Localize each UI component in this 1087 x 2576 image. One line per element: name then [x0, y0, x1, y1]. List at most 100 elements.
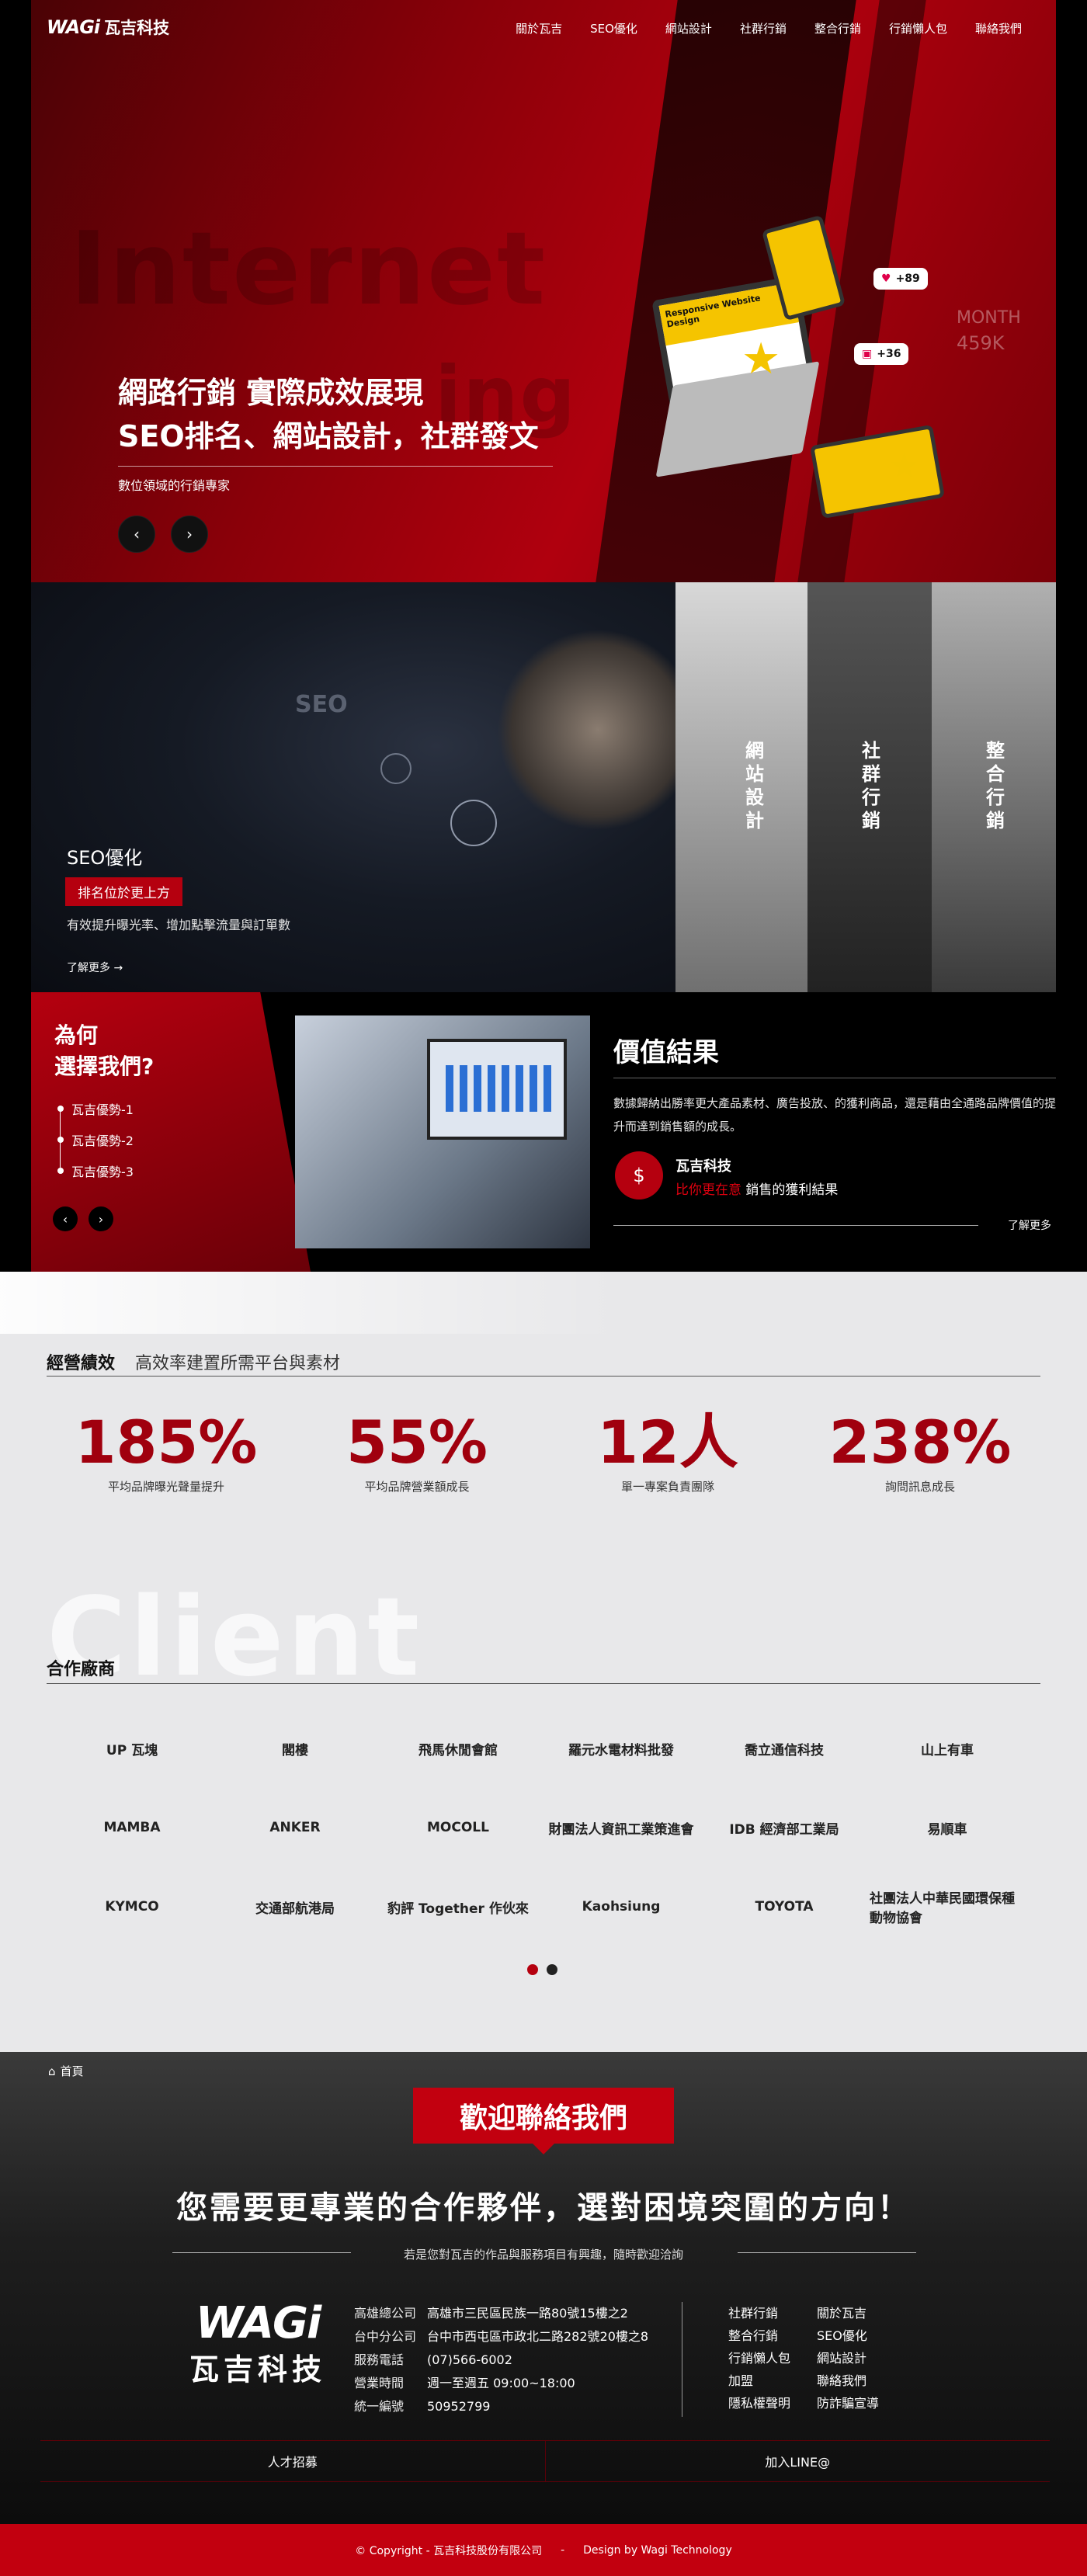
- info-row: 台中分公司 台中市西屯區市政北二路282號20樓之8: [354, 2329, 649, 2344]
- line-link[interactable]: 加入LINE@: [546, 2441, 1051, 2481]
- design-credit[interactable]: Design by Wagi Technology: [583, 2544, 732, 2557]
- chevron-right-icon: ›: [98, 1211, 104, 1227]
- why-prev-button[interactable]: ‹: [53, 1206, 78, 1231]
- hero-next-button[interactable]: ›: [171, 516, 208, 553]
- chevron-left-icon: ‹: [62, 1211, 68, 1227]
- nav-seo[interactable]: SEO優化: [590, 20, 637, 36]
- contact-section: ⌂ 首頁 歡迎聯絡我們 您需要更專業的合作夥伴，選對困境突圍的方向！ 若是您對瓦吉…: [0, 2052, 1087, 2524]
- client-logo[interactable]: 羅元水電材料批發: [544, 1725, 699, 1772]
- client-page-dot-active[interactable]: [527, 1964, 538, 1975]
- footer-link[interactable]: SEO優化: [817, 2324, 879, 2347]
- value-company: 瓦吉科技: [675, 1158, 731, 1175]
- client-logo[interactable]: ANKER: [217, 1804, 373, 1851]
- hero-banner: Internet ing WAGi 瓦吉科技 關於瓦吉 SEO優化 網站設計 社…: [0, 0, 1087, 582]
- comments-badge: ▣ +36: [854, 343, 909, 365]
- client-logo[interactable]: 財團法人資訊工業策進會: [544, 1804, 699, 1851]
- info-row: 服務電話 (07)566-6002: [354, 2352, 512, 2367]
- nav-marketing-pack[interactable]: 行銷懶人包: [889, 20, 947, 36]
- footer-link[interactable]: 隱私權聲明: [728, 2392, 790, 2415]
- client-logo[interactable]: 易順車: [870, 1804, 1025, 1851]
- careers-link[interactable]: 人才招募: [40, 2441, 546, 2481]
- value-learn-more-link[interactable]: 了解更多: [1008, 1217, 1051, 1233]
- why-item[interactable]: 瓦吉優勢-3: [57, 1161, 134, 1180]
- seo-title: SEO優化: [67, 847, 143, 869]
- breadcrumb[interactable]: ⌂ 首頁: [48, 2063, 84, 2079]
- copyright-text: © Copyright - 瓦吉科技股份有限公司: [355, 2544, 543, 2557]
- why-item[interactable]: 瓦吉優勢-1: [57, 1099, 134, 1118]
- stat-item: 55% 平均品牌營業額成長: [346, 1408, 488, 1495]
- likes-badge: ♥ +89: [873, 268, 928, 290]
- fade-strip: [0, 1272, 621, 1334]
- services-section: SEO 網站設計 社群行銷 整合行銷 SEO優化 排名位於更上方 有效提升曝光率…: [0, 582, 1087, 992]
- nav-about[interactable]: 關於瓦吉: [516, 20, 562, 36]
- client-logo[interactable]: KYMCO: [54, 1883, 210, 1930]
- value-underline: [613, 1225, 978, 1226]
- value-title: 價值結果: [613, 1037, 719, 1068]
- client-logo[interactable]: TOYOTA: [707, 1883, 862, 1930]
- why-section: 為何 選擇我們? 瓦吉優勢-1 瓦吉優勢-2 瓦吉優勢-3 ‹ › 價值結果 數…: [0, 992, 1087, 1272]
- info-row: 高雄總公司 高雄市三民區民族一路80號15樓之2: [354, 2306, 628, 2321]
- footer-link[interactable]: 網站設計: [817, 2347, 879, 2369]
- client-logo[interactable]: MOCOLL: [380, 1804, 536, 1851]
- service-social[interactable]: 社群行銷: [807, 582, 932, 992]
- client-logo[interactable]: 閣樓: [217, 1725, 373, 1772]
- value-tagline: 比你更在意 銷售的獲利結果: [675, 1182, 839, 1198]
- footer-link[interactable]: 關於瓦吉: [817, 2302, 879, 2324]
- clients-heading: 合作廠商: [47, 1660, 116, 1679]
- stats-section: 經營績效 高效率建置所需平台與素材 185% 平均品牌曝光聲量提升 55% 平均品牌營…: [0, 1272, 1087, 2052]
- footer-action-bar: 人才招募 加入LINE@: [40, 2440, 1050, 2482]
- footer-link[interactable]: 社群行銷: [728, 2302, 790, 2324]
- star-icon: ★: [741, 334, 781, 384]
- nav-web-design[interactable]: 網站設計: [665, 20, 712, 36]
- contact-subtitle: 若是您對瓦吉的作品與服務項目有興趣，隨時歡迎洽詢: [403, 2248, 683, 2262]
- globe-icon: [450, 800, 497, 846]
- client-logo[interactable]: 山上有車: [870, 1725, 1025, 1772]
- service-integrated[interactable]: 整合行銷: [932, 582, 1056, 992]
- client-logo[interactable]: 社團法人中華民國環保種動物協會: [870, 1883, 1025, 1930]
- footer-link[interactable]: 聯絡我們: [817, 2369, 879, 2392]
- nav-contact[interactable]: 聯絡我們: [975, 20, 1022, 36]
- client-logo[interactable]: IDB 經濟部工業局: [707, 1804, 862, 1851]
- client-logo[interactable]: MAMBA: [54, 1804, 210, 1851]
- month-label: MONTH: [957, 308, 1021, 328]
- client-logo[interactable]: UP 瓦塊: [54, 1725, 210, 1772]
- hero-prev-button[interactable]: ‹: [118, 516, 155, 553]
- footer-link[interactable]: 整合行銷: [728, 2324, 790, 2347]
- integrated-label: 整合行銷: [982, 741, 1005, 834]
- money-icon: $: [615, 1151, 663, 1199]
- client-logo[interactable]: Kaohsiung: [544, 1883, 699, 1930]
- seo-tag: 排名位於更上方: [65, 877, 182, 906]
- client-logo[interactable]: 飛馬休閒會館: [380, 1725, 536, 1772]
- footer-link[interactable]: 加盟: [728, 2369, 790, 2392]
- seo-learn-more-link[interactable]: 了解更多 →: [67, 960, 123, 975]
- why-next-button[interactable]: ›: [89, 1206, 113, 1231]
- hero-bg-word: Internet: [70, 210, 547, 328]
- client-logo[interactable]: 豹評 Together 作伙來: [380, 1883, 536, 1930]
- comment-icon: ▣: [862, 348, 873, 360]
- chevron-right-icon: ›: [186, 525, 193, 543]
- nav-integrated[interactable]: 整合行銷: [814, 20, 861, 36]
- nav-social[interactable]: 社群行銷: [740, 20, 787, 36]
- brand-logo[interactable]: WAGi 瓦吉科技: [47, 16, 169, 39]
- footer-link[interactable]: 防詐騙宣導: [817, 2392, 879, 2415]
- laptop-photo: [295, 1015, 590, 1248]
- client-page-dot[interactable]: [547, 1964, 557, 1975]
- star-icon-2: ★: [889, 446, 920, 486]
- stat-item: 238% 詢問訊息成長: [828, 1408, 1012, 1495]
- footer-link[interactable]: 行銷懶人包: [728, 2347, 790, 2369]
- hero-headline: 網路行銷 實際成效展現 SEO排名、網站設計，社群發文: [118, 371, 539, 458]
- logo-text: 瓦吉科技: [104, 19, 170, 37]
- hero-subtitle: 數位領域的行銷專家: [118, 478, 231, 493]
- chevron-left-icon: ‹: [134, 525, 140, 543]
- why-item[interactable]: 瓦吉優勢-2: [57, 1130, 134, 1149]
- stats-heading: 經營績效 高效率建置所需平台與素材: [47, 1354, 341, 1373]
- client-logo[interactable]: 喬立通信科技: [707, 1725, 862, 1772]
- sub-line-right: [738, 2252, 916, 2253]
- copyright-bar: © Copyright - 瓦吉科技股份有限公司 - Design by Wag…: [0, 2524, 1087, 2576]
- footer-logo[interactable]: WAGi 瓦吉科技: [189, 2302, 326, 2388]
- seo-description: 有效提升曝光率、增加點擊流量與訂單數: [67, 918, 291, 932]
- contact-headline: 您需要更專業的合作夥伴，選對困境突圍的方向！: [176, 2190, 911, 2226]
- client-logo[interactable]: 交通部航港局: [217, 1883, 373, 1930]
- web-design-label: 網站設計: [741, 741, 764, 834]
- clients-divider: [47, 1683, 1040, 1684]
